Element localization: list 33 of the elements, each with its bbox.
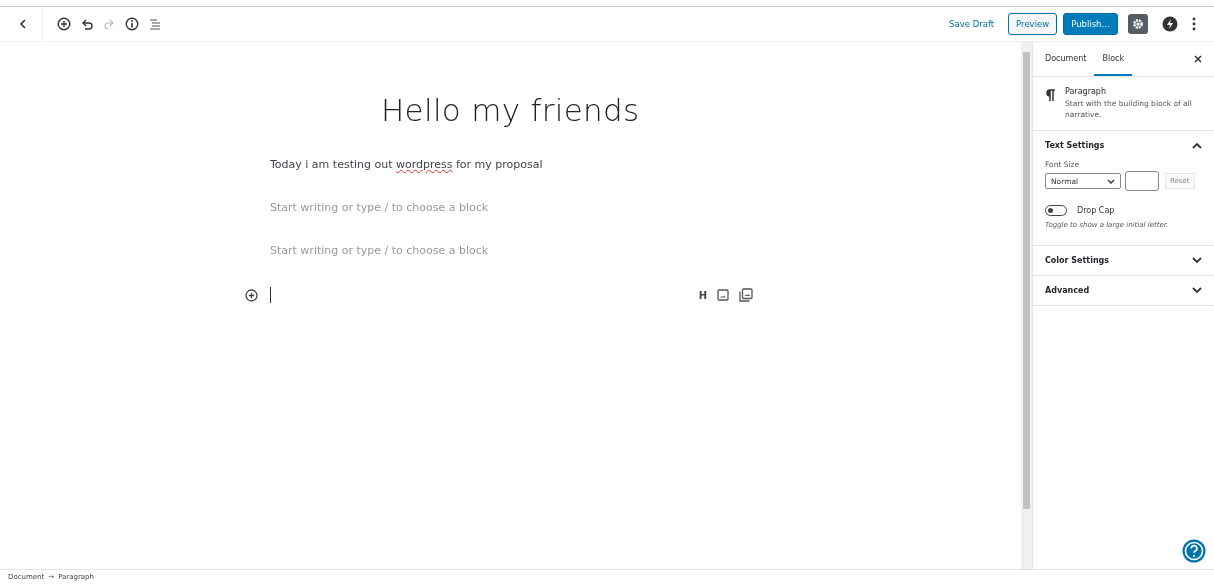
settings-button[interactable] xyxy=(1128,14,1148,34)
block-name: Paragraph xyxy=(1065,87,1107,96)
help-icon[interactable] xyxy=(1182,539,1206,563)
preview-button[interactable]: Preview xyxy=(1008,13,1058,35)
settings-icon xyxy=(1132,18,1144,30)
font-size-field[interactable] xyxy=(1125,171,1159,191)
info-icon[interactable] xyxy=(125,17,139,31)
more-options-icon[interactable] xyxy=(1192,17,1196,31)
scrollbar[interactable] xyxy=(1021,42,1032,569)
add-block-icon[interactable] xyxy=(245,288,258,302)
text-cursor xyxy=(270,287,271,303)
panel-header[interactable]: Text Settings xyxy=(1033,131,1214,160)
heading-button[interactable]: H xyxy=(698,289,707,301)
chevron-icon xyxy=(1192,142,1202,149)
panel-header[interactable]: Advanced xyxy=(1033,276,1214,305)
bolt-icon[interactable] xyxy=(1162,16,1178,32)
chevron-icon xyxy=(1192,257,1202,264)
undo-icon[interactable] xyxy=(81,18,93,30)
gallery-icon[interactable] xyxy=(739,288,753,302)
toggle-label: Drop Cap xyxy=(1077,206,1115,215)
chevron-icon xyxy=(1192,287,1202,294)
publish-button[interactable]: Publish… xyxy=(1063,13,1118,35)
save-draft-button[interactable]: Save Draft xyxy=(941,15,1003,33)
paragraph-text[interactable]: Today i am testing out wordpress for my proposal xyxy=(270,158,543,171)
add-block-icon[interactable] xyxy=(57,17,71,31)
panel-header[interactable]: Color Settings xyxy=(1033,246,1214,275)
sidebar-tab[interactable]: Document xyxy=(1037,42,1095,76)
chevron-icon xyxy=(1107,178,1115,184)
paragraph-icon xyxy=(1045,87,1055,101)
post-title[interactable]: Hello my friends xyxy=(381,90,640,130)
image-icon[interactable] xyxy=(717,289,729,301)
close-icon[interactable] xyxy=(1194,55,1202,63)
sidebar-tab[interactable]: Block xyxy=(1094,42,1133,76)
